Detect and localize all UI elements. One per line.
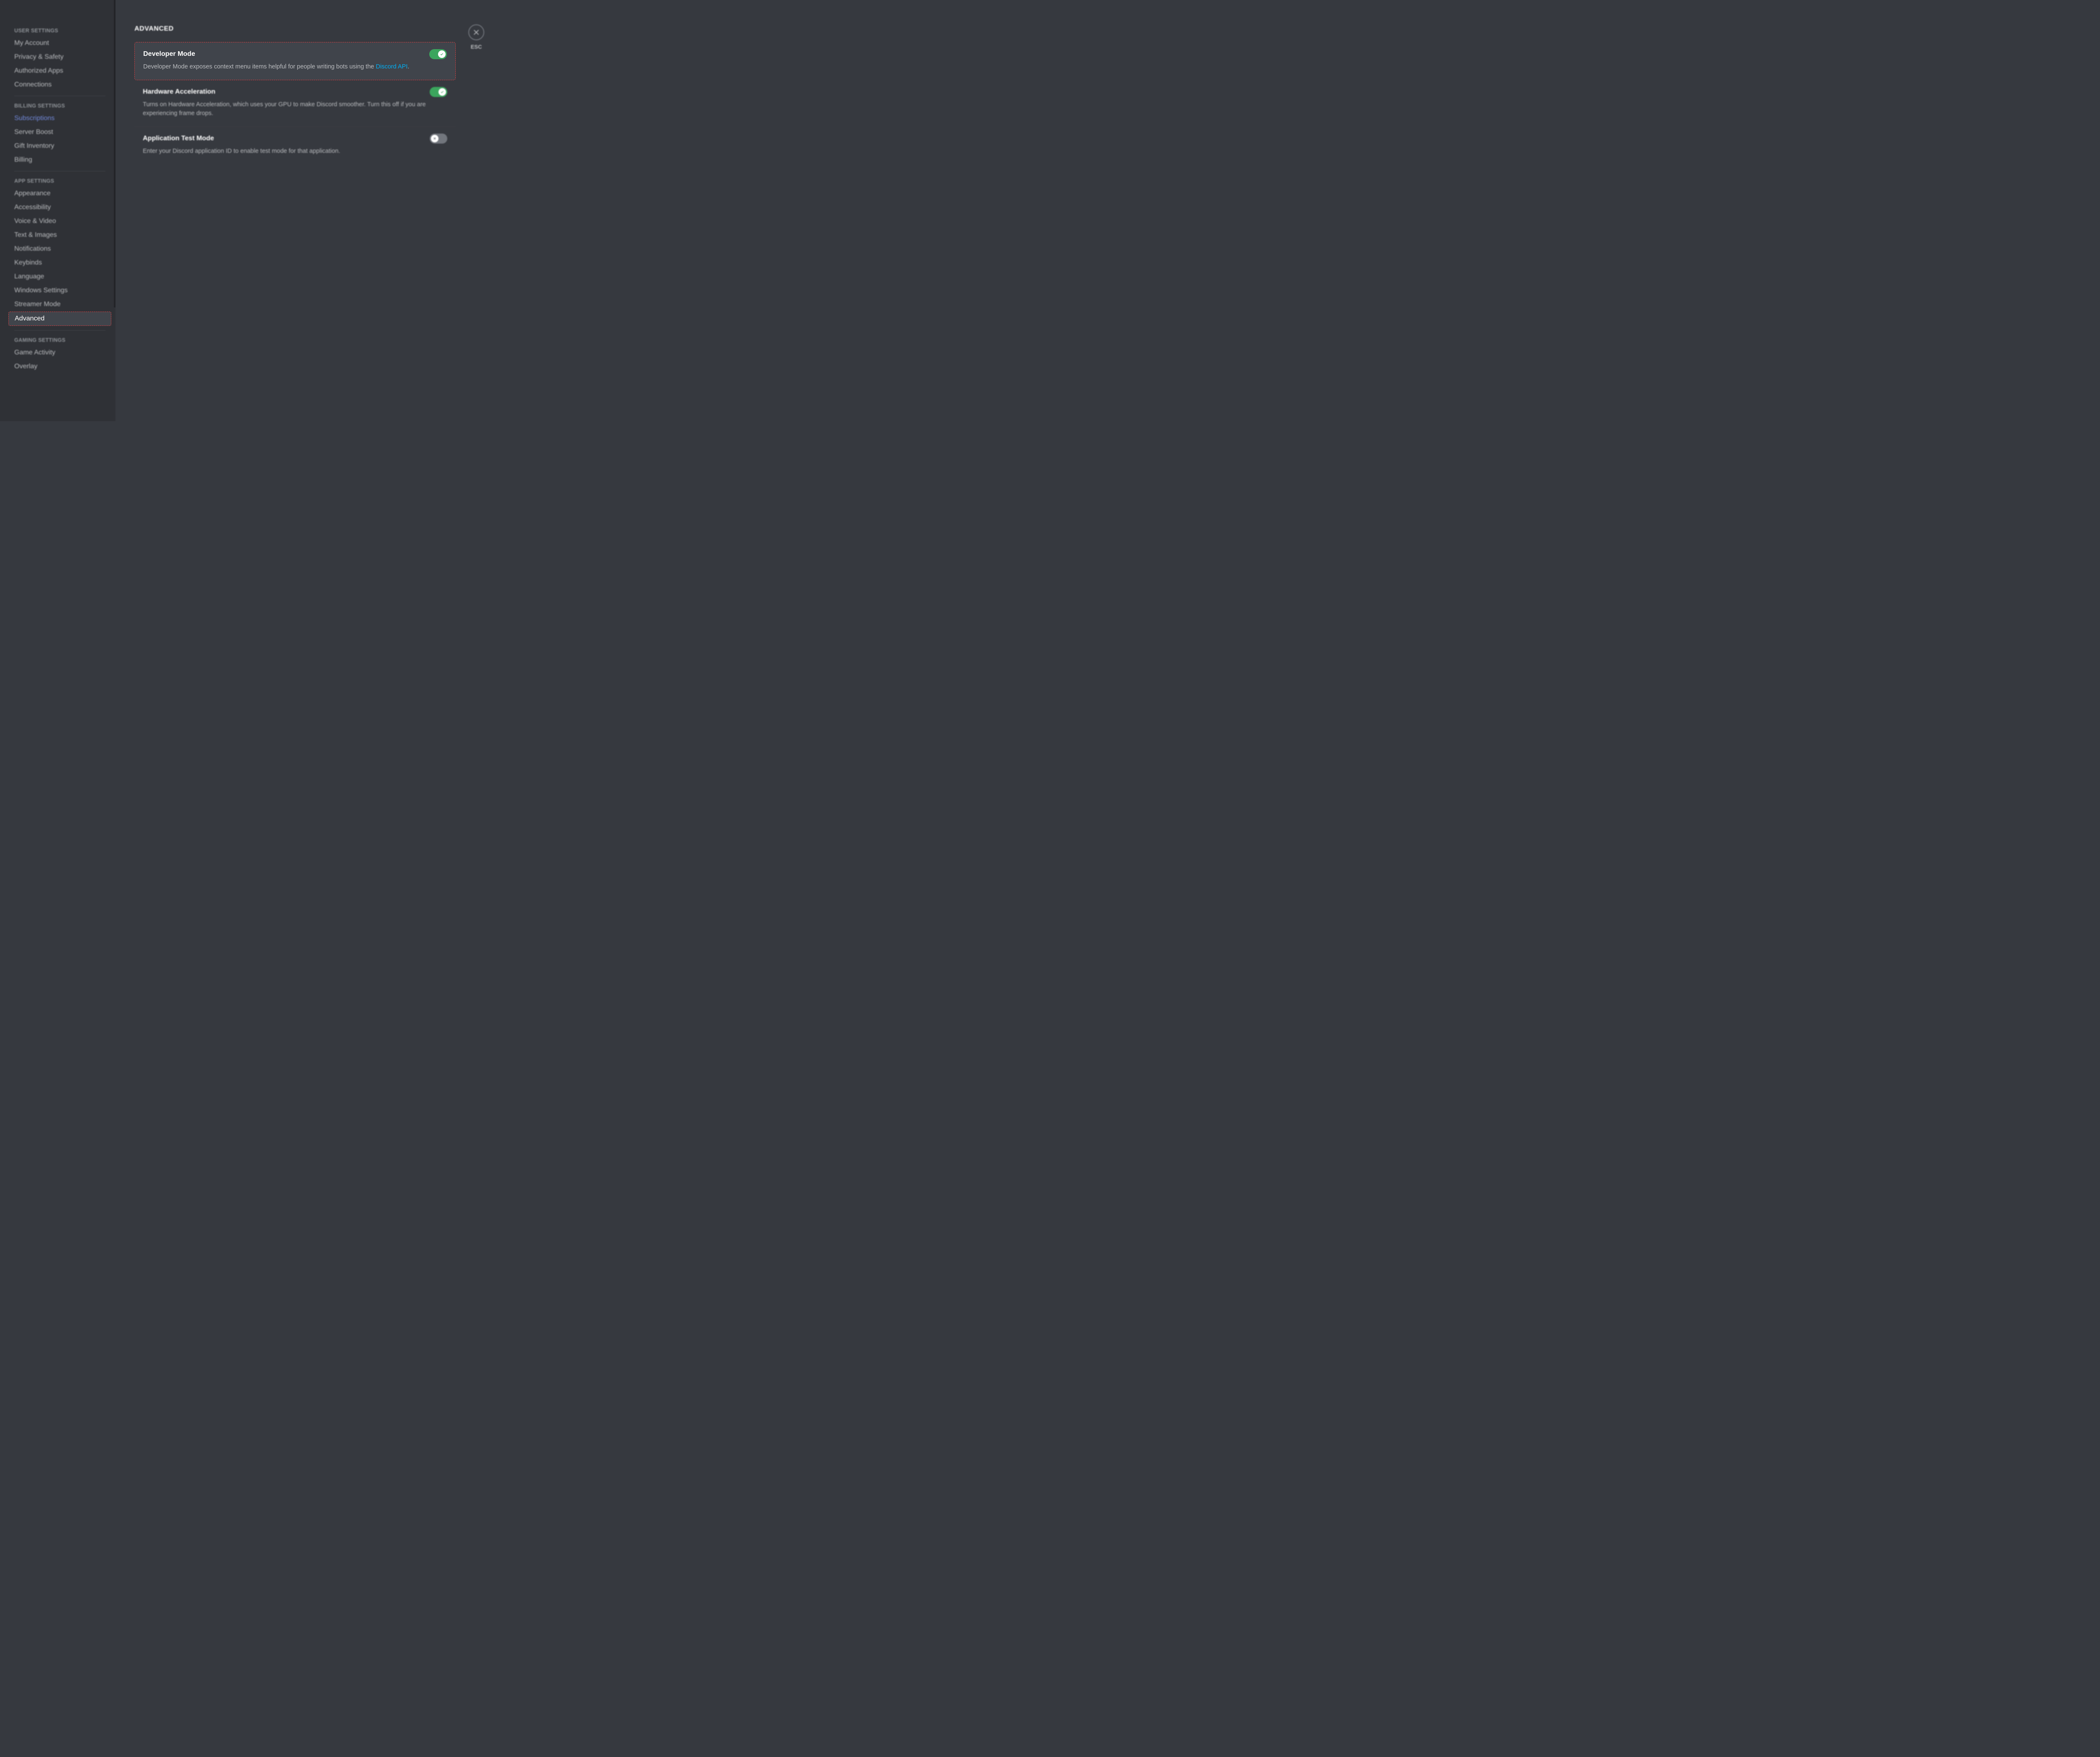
- sidebar-item-overlay[interactable]: Overlay: [8, 360, 111, 373]
- check-icon: [438, 88, 446, 96]
- sidebar-item-keybinds[interactable]: Keybinds: [8, 256, 111, 270]
- sidebar-item-privacy-safety[interactable]: Privacy & Safety: [8, 50, 111, 64]
- sidebar-item-server-boost[interactable]: Server Boost: [8, 126, 111, 139]
- section-header-user-settings: USER SETTINGS: [8, 25, 111, 36]
- sidebar-item-my-account[interactable]: My Account: [8, 37, 111, 50]
- sidebar-item-authorized-apps[interactable]: Authorized Apps: [8, 64, 111, 78]
- page-title: ADVANCED: [134, 25, 486, 33]
- close-label: ESC: [471, 44, 482, 50]
- toggle-hardware-acceleration[interactable]: [430, 87, 447, 97]
- settings-list: Developer Mode Developer Mode exposes co…: [134, 42, 456, 164]
- setting-hardware-acceleration: Hardware Acceleration Turns on Hardware …: [134, 80, 456, 126]
- discord-api-link[interactable]: Discord API: [376, 63, 408, 70]
- sidebar-item-voice-video[interactable]: Voice & Video: [8, 215, 111, 228]
- setting-title: Application Test Mode: [143, 135, 214, 142]
- section-header-gaming-settings: GAMING SETTINGS: [8, 335, 111, 346]
- setting-description: Enter your Discord application ID to ena…: [143, 147, 447, 156]
- sidebar-item-advanced[interactable]: Advanced: [8, 312, 111, 326]
- x-icon: [431, 135, 438, 142]
- sidebar-item-windows-settings[interactable]: Windows Settings: [8, 284, 111, 297]
- sidebar-item-billing[interactable]: Billing: [8, 153, 111, 167]
- setting-description: Turns on Hardware Acceleration, which us…: [143, 100, 447, 118]
- settings-sidebar: USER SETTINGS My Account Privacy & Safet…: [0, 0, 116, 421]
- setting-application-test-mode: Application Test Mode Enter your Discord…: [134, 127, 456, 164]
- section-header-billing-settings: BILLING SETTINGS: [8, 100, 111, 111]
- toggle-application-test-mode[interactable]: [430, 134, 447, 144]
- sidebar-item-notifications[interactable]: Notifications: [8, 242, 111, 256]
- sidebar-item-subscriptions[interactable]: Subscriptions: [8, 112, 111, 125]
- main-content: ESC ADVANCED Developer Mode Developer Mo…: [116, 0, 503, 421]
- check-icon: [438, 50, 446, 58]
- sidebar-item-appearance[interactable]: Appearance: [8, 187, 111, 200]
- setting-developer-mode: Developer Mode Developer Mode exposes co…: [134, 42, 456, 80]
- sidebar-item-language[interactable]: Language: [8, 270, 111, 283]
- sidebar-item-accessibility[interactable]: Accessibility: [8, 201, 111, 214]
- sidebar-item-text-images[interactable]: Text & Images: [8, 228, 111, 242]
- setting-title: Developer Mode: [143, 50, 195, 58]
- section-header-app-settings: APP SETTINGS: [8, 176, 111, 186]
- sidebar-item-game-activity[interactable]: Game Activity: [8, 346, 111, 359]
- sidebar-item-streamer-mode[interactable]: Streamer Mode: [8, 298, 111, 311]
- sidebar-item-gift-inventory[interactable]: Gift Inventory: [8, 139, 111, 153]
- toggle-developer-mode[interactable]: [429, 49, 447, 59]
- setting-description: Developer Mode exposes context menu item…: [143, 63, 447, 71]
- setting-title: Hardware Acceleration: [143, 88, 215, 96]
- sidebar-item-connections[interactable]: Connections: [8, 78, 111, 92]
